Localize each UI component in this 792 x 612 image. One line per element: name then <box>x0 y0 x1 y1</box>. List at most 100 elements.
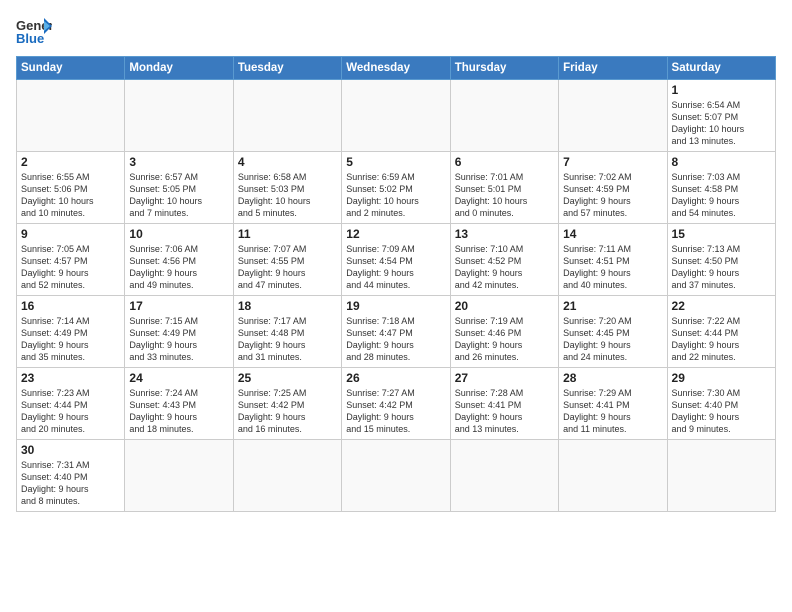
calendar-week-row: 2 Sunrise: 6:55 AM Sunset: 5:06 PM Daylig… <box>17 152 776 224</box>
calendar-day-cell: 27 Sunrise: 7:28 AM Sunset: 4:41 PM Dayli… <box>450 368 558 440</box>
day-number: 26 <box>346 371 445 385</box>
day-sun-info: Sunrise: 7:27 AM Sunset: 4:42 PM Dayligh… <box>346 387 445 436</box>
weekday-header-saturday: Saturday <box>667 57 775 80</box>
calendar-day-cell <box>667 440 775 512</box>
day-number: 12 <box>346 227 445 241</box>
day-sun-info: Sunrise: 6:58 AM Sunset: 5:03 PM Dayligh… <box>238 171 337 220</box>
day-sun-info: Sunrise: 7:10 AM Sunset: 4:52 PM Dayligh… <box>455 243 554 292</box>
calendar-day-cell <box>450 80 558 152</box>
day-number: 15 <box>672 227 771 241</box>
day-number: 3 <box>129 155 228 169</box>
calendar-day-cell: 3 Sunrise: 6:57 AM Sunset: 5:05 PM Daylig… <box>125 152 233 224</box>
calendar-day-cell: 21Sunrise: 7:20 AM Sunset: 4:45 PM Dayli… <box>559 296 667 368</box>
calendar-day-cell: 22 Sunrise: 7:22 AM Sunset: 4:44 PM Dayli… <box>667 296 775 368</box>
calendar-week-row: 1 Sunrise: 6:54 AM Sunset: 5:07 PM Daylig… <box>17 80 776 152</box>
day-sun-info: Sunrise: 7:30 AM Sunset: 4:40 PM Dayligh… <box>672 387 771 436</box>
calendar-day-cell: 26 Sunrise: 7:27 AM Sunset: 4:42 PM Dayli… <box>342 368 450 440</box>
day-sun-info: Sunrise: 7:20 AM Sunset: 4:45 PM Dayligh… <box>563 315 662 364</box>
calendar-day-cell: 18Sunrise: 7:17 AM Sunset: 4:48 PM Dayli… <box>233 296 341 368</box>
generalblue-logo-icon: General Blue <box>16 16 52 46</box>
calendar-day-cell: 4 Sunrise: 6:58 AM Sunset: 5:03 PM Daylig… <box>233 152 341 224</box>
calendar-day-cell: 23 Sunrise: 7:23 AM Sunset: 4:44 PM Dayli… <box>17 368 125 440</box>
calendar-day-cell: 17 Sunrise: 7:15 AM Sunset: 4:49 PM Dayli… <box>125 296 233 368</box>
calendar-day-cell: 20 Sunrise: 7:19 AM Sunset: 4:46 PM Dayli… <box>450 296 558 368</box>
day-sun-info: Sunrise: 7:29 AM Sunset: 4:41 PM Dayligh… <box>563 387 662 436</box>
weekday-header-friday: Friday <box>559 57 667 80</box>
calendar-day-cell: 29Sunrise: 7:30 AM Sunset: 4:40 PM Dayli… <box>667 368 775 440</box>
day-sun-info: Sunrise: 7:11 AM Sunset: 4:51 PM Dayligh… <box>563 243 662 292</box>
day-number: 22 <box>672 299 771 313</box>
calendar-day-cell: 25 Sunrise: 7:25 AM Sunset: 4:42 PM Dayli… <box>233 368 341 440</box>
calendar-day-cell: 24 Sunrise: 7:24 AM Sunset: 4:43 PM Dayli… <box>125 368 233 440</box>
calendar-week-row: 23 Sunrise: 7:23 AM Sunset: 4:44 PM Dayli… <box>17 368 776 440</box>
day-number: 7 <box>563 155 662 169</box>
calendar-day-cell: 12 Sunrise: 7:09 AM Sunset: 4:54 PM Dayli… <box>342 224 450 296</box>
calendar-day-cell <box>125 80 233 152</box>
day-number: 28 <box>563 371 662 385</box>
day-number: 11 <box>238 227 337 241</box>
day-number: 13 <box>455 227 554 241</box>
calendar-day-cell <box>233 80 341 152</box>
day-sun-info: Sunrise: 7:07 AM Sunset: 4:55 PM Dayligh… <box>238 243 337 292</box>
svg-text:Blue: Blue <box>16 31 44 46</box>
calendar-day-cell: 2 Sunrise: 6:55 AM Sunset: 5:06 PM Daylig… <box>17 152 125 224</box>
day-sun-info: Sunrise: 7:31 AM Sunset: 4:40 PM Dayligh… <box>21 459 120 508</box>
weekday-header-monday: Monday <box>125 57 233 80</box>
calendar-day-cell <box>559 440 667 512</box>
day-number: 18 <box>238 299 337 313</box>
day-sun-info: Sunrise: 7:25 AM Sunset: 4:42 PM Dayligh… <box>238 387 337 436</box>
day-sun-info: Sunrise: 7:15 AM Sunset: 4:49 PM Dayligh… <box>129 315 228 364</box>
day-sun-info: Sunrise: 7:24 AM Sunset: 4:43 PM Dayligh… <box>129 387 228 436</box>
calendar-day-cell <box>125 440 233 512</box>
day-number: 6 <box>455 155 554 169</box>
day-sun-info: Sunrise: 6:54 AM Sunset: 5:07 PM Dayligh… <box>672 99 771 148</box>
day-number: 30 <box>21 443 120 457</box>
calendar-day-cell <box>17 80 125 152</box>
calendar-day-cell <box>342 80 450 152</box>
day-number: 20 <box>455 299 554 313</box>
calendar-day-cell <box>342 440 450 512</box>
day-sun-info: Sunrise: 7:23 AM Sunset: 4:44 PM Dayligh… <box>21 387 120 436</box>
day-number: 10 <box>129 227 228 241</box>
day-number: 24 <box>129 371 228 385</box>
day-sun-info: Sunrise: 6:57 AM Sunset: 5:05 PM Dayligh… <box>129 171 228 220</box>
day-number: 17 <box>129 299 228 313</box>
weekday-header-tuesday: Tuesday <box>233 57 341 80</box>
day-sun-info: Sunrise: 7:13 AM Sunset: 4:50 PM Dayligh… <box>672 243 771 292</box>
day-sun-info: Sunrise: 7:09 AM Sunset: 4:54 PM Dayligh… <box>346 243 445 292</box>
day-number: 25 <box>238 371 337 385</box>
day-sun-info: Sunrise: 7:18 AM Sunset: 4:47 PM Dayligh… <box>346 315 445 364</box>
day-number: 23 <box>21 371 120 385</box>
day-sun-info: Sunrise: 7:28 AM Sunset: 4:41 PM Dayligh… <box>455 387 554 436</box>
day-sun-info: Sunrise: 7:02 AM Sunset: 4:59 PM Dayligh… <box>563 171 662 220</box>
day-sun-info: Sunrise: 7:19 AM Sunset: 4:46 PM Dayligh… <box>455 315 554 364</box>
day-number: 14 <box>563 227 662 241</box>
day-sun-info: Sunrise: 7:01 AM Sunset: 5:01 PM Dayligh… <box>455 171 554 220</box>
calendar-day-cell: 14 Sunrise: 7:11 AM Sunset: 4:51 PM Dayli… <box>559 224 667 296</box>
calendar-day-cell: 28 Sunrise: 7:29 AM Sunset: 4:41 PM Dayli… <box>559 368 667 440</box>
calendar-day-cell <box>233 440 341 512</box>
header: General Blue <box>16 16 776 46</box>
weekday-header-sunday: Sunday <box>17 57 125 80</box>
day-number: 16 <box>21 299 120 313</box>
day-number: 27 <box>455 371 554 385</box>
day-sun-info: Sunrise: 6:55 AM Sunset: 5:06 PM Dayligh… <box>21 171 120 220</box>
calendar-header-row: SundayMondayTuesdayWednesdayThursdayFrid… <box>17 57 776 80</box>
day-number: 2 <box>21 155 120 169</box>
weekday-header-wednesday: Wednesday <box>342 57 450 80</box>
day-sun-info: Sunrise: 6:59 AM Sunset: 5:02 PM Dayligh… <box>346 171 445 220</box>
calendar-day-cell: 5Sunrise: 6:59 AM Sunset: 5:02 PM Daylig… <box>342 152 450 224</box>
page: General Blue SundayMondayTuesdayWednesda… <box>0 0 792 612</box>
day-number: 19 <box>346 299 445 313</box>
day-sun-info: Sunrise: 7:06 AM Sunset: 4:56 PM Dayligh… <box>129 243 228 292</box>
calendar-day-cell: 9Sunrise: 7:05 AM Sunset: 4:57 PM Daylig… <box>17 224 125 296</box>
calendar-table: SundayMondayTuesdayWednesdayThursdayFrid… <box>16 56 776 512</box>
day-number: 1 <box>672 83 771 97</box>
day-number: 4 <box>238 155 337 169</box>
day-sun-info: Sunrise: 7:22 AM Sunset: 4:44 PM Dayligh… <box>672 315 771 364</box>
calendar-day-cell: 7 Sunrise: 7:02 AM Sunset: 4:59 PM Daylig… <box>559 152 667 224</box>
day-sun-info: Sunrise: 7:05 AM Sunset: 4:57 PM Dayligh… <box>21 243 120 292</box>
calendar-day-cell: 30 Sunrise: 7:31 AM Sunset: 4:40 PM Dayli… <box>17 440 125 512</box>
calendar-day-cell: 11 Sunrise: 7:07 AM Sunset: 4:55 PM Dayli… <box>233 224 341 296</box>
day-number: 8 <box>672 155 771 169</box>
